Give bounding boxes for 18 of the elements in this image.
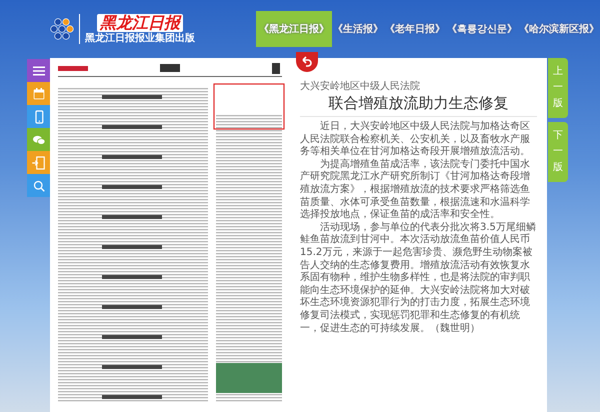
back-button[interactable] — [296, 52, 318, 72]
article-paragraph: 活动现场，参与单位的代表分批次将3.5万尾细鳞鲑鱼苗放流到甘河中。本次活动放流鱼苗价值人民币15.2万元，来源于一起危害珍贵、濒危野生动物案被告人交纳的生态修复费用。增殖放流活动有效恢复水系固有物种，维护生物多样性，也是将法院的审判职能向生态环境保护的延伸。大兴安岭法院将加大对破坏生态环境资源犯罪行为的打击力度，拓展生态环境修复司法模式，实现惩罚犯罪和生态修复的有机统一，促进生态的可持续发展。（魏世明） — [300, 222, 537, 336]
newspaper-page-drawing[interactable] — [58, 63, 285, 402]
return-arrow-icon — [301, 56, 313, 68]
newspaper-tab[interactable]: 《흑룡강신문》 — [446, 11, 518, 47]
phone-button[interactable] — [27, 105, 50, 128]
article-paragraph: 近日，大兴安岭地区中级人民法院与加格达奇区人民法院联合检察机关、公安机关，以及畜牧水产服务等相关单位在甘河加格达奇段开展增殖放流活动。 — [300, 121, 531, 158]
newspaper-tab[interactable]: 《生活报》 — [332, 11, 384, 47]
article-paragraph: 为提高增殖鱼苗成活率，该法院专门委托中国水产研究院黑龙江水产研究所制订《甘河加格达奇段增殖放流方案》，根据增殖放流的技术要求严格筛选鱼苗质量、水体可承受鱼苗数量，根据流速和水温科学选择投放地点，保证鱼苗的成活率和安全性。 — [300, 158, 531, 222]
calendar-button[interactable] — [27, 82, 50, 105]
logo-subtitle: 黑龙江日报报业集团出版 — [85, 32, 195, 44]
article-kicker: 大兴安岭地区中级人民法院 — [300, 80, 421, 93]
article-title: 联合增殖放流助力生态修复 — [300, 93, 537, 117]
menu-button[interactable] — [27, 59, 50, 82]
search-button[interactable] — [27, 174, 50, 197]
newspaper-tab[interactable]: 《老年日报》 — [384, 11, 446, 47]
newspaper-tab[interactable]: 《哈尔滨新区报》 — [518, 11, 600, 47]
logo-title: 黑龙江日报 — [97, 14, 183, 32]
